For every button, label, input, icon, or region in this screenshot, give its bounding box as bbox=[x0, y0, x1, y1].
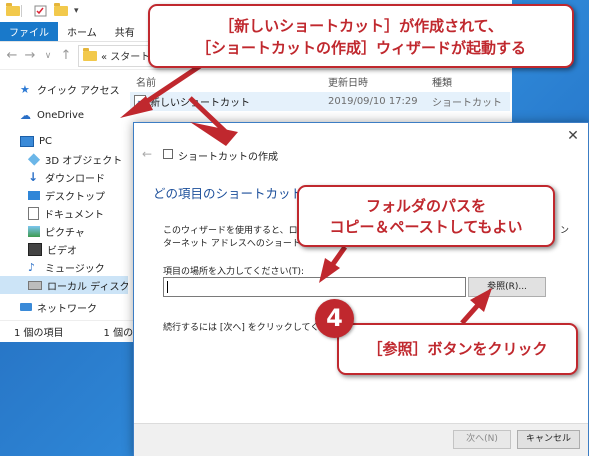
tab-file[interactable]: ファイル bbox=[0, 22, 58, 41]
network-icon bbox=[20, 303, 32, 311]
nav-label: 3D オブジェクト bbox=[45, 155, 123, 167]
column-header-type[interactable]: 種類 bbox=[432, 74, 452, 89]
video-icon bbox=[28, 242, 42, 256]
nav-label: ネットワーク bbox=[37, 303, 97, 315]
nav-label: OneDrive bbox=[37, 109, 85, 121]
nav-item-pc[interactable]: PC bbox=[0, 132, 148, 150]
nav-label: ミュージック bbox=[45, 263, 105, 275]
pc-icon bbox=[20, 135, 34, 147]
text-caret bbox=[167, 281, 168, 293]
file-name: 新しいショートカット bbox=[150, 98, 250, 109]
cube-icon bbox=[27, 152, 41, 166]
cloud-icon: ☁ bbox=[20, 108, 31, 122]
tab-share[interactable]: 共有 bbox=[106, 22, 144, 41]
download-icon: ↓ bbox=[28, 169, 39, 184]
nav-label: ダウンロード bbox=[45, 173, 105, 185]
nav-item-onedrive[interactable]: ☁ OneDrive bbox=[0, 106, 148, 124]
nav-label: PC bbox=[39, 135, 53, 147]
back-arrow-icon[interactable]: ← bbox=[6, 48, 18, 63]
up-arrow-icon[interactable]: ↑ bbox=[60, 48, 72, 63]
callout-line: ［ショートカットの作成］ウィザードが起動する bbox=[195, 39, 526, 57]
nav-item-network[interactable]: ネットワーク bbox=[0, 298, 148, 316]
step-number-badge: 4 bbox=[315, 299, 354, 338]
browse-button[interactable]: 参照(R)... bbox=[468, 277, 546, 297]
drive-icon bbox=[28, 280, 42, 290]
location-input[interactable] bbox=[163, 277, 466, 297]
nav-label: ドキュメント bbox=[44, 209, 104, 221]
wizard-description-tail: ン bbox=[560, 226, 570, 236]
document-icon bbox=[28, 206, 39, 220]
status-item-count: 1 個の項目 bbox=[14, 328, 64, 339]
star-icon: ★ bbox=[20, 82, 30, 96]
folder-icon bbox=[6, 3, 20, 16]
desktop-icon bbox=[28, 190, 40, 200]
nav-item-quick-access[interactable]: ★ クイック アクセス bbox=[0, 80, 148, 98]
callout-line: フォルダのパスを bbox=[365, 197, 486, 215]
new-folder-icon[interactable] bbox=[54, 3, 68, 16]
callout-copy-paste-path: フォルダのパスを コピー＆ペーストしてもよい bbox=[297, 185, 555, 247]
navigation-pane: ★ クイック アクセス ☁ OneDrive PC 3D オブジェクト ↓ ダウ… bbox=[0, 70, 156, 320]
callout-click-browse: ［参照］ボタンをクリック bbox=[337, 323, 578, 375]
location-label: 項目の場所を入力してください(T): bbox=[163, 267, 305, 277]
next-button[interactable]: 次へ(N) bbox=[453, 430, 511, 449]
back-arrow-icon[interactable]: ← bbox=[142, 147, 152, 161]
file-row-new-shortcut[interactable]: ↗ 新しいショートカット 2019/09/10 17:29 ショートカット bbox=[130, 92, 510, 111]
close-icon[interactable]: ✕ bbox=[564, 127, 582, 145]
forward-arrow-icon[interactable]: → bbox=[24, 48, 36, 63]
titlebar-separator bbox=[21, 5, 22, 17]
picture-icon bbox=[28, 225, 40, 237]
shortcut-icon: ↗ bbox=[134, 95, 146, 108]
music-icon: ♪ bbox=[28, 260, 36, 274]
wizard-title: ショートカットの作成 bbox=[178, 152, 278, 163]
file-type: ショートカット bbox=[432, 98, 502, 109]
column-header-modified[interactable]: 更新日時 bbox=[328, 74, 368, 89]
nav-label: デスクトップ bbox=[45, 191, 105, 203]
quick-access-dropdown-icon[interactable]: ▾ bbox=[74, 6, 79, 16]
file-modified: 2019/09/10 17:29 bbox=[328, 96, 418, 107]
callout-line: コピー＆ペーストしてもよい bbox=[329, 218, 523, 236]
column-header-name[interactable]: 名前 bbox=[136, 74, 156, 89]
callout-shortcut-created: ［新しいショートカット］が作成されて、 ［ショートカットの作成］ウィザードが起動… bbox=[148, 4, 574, 68]
nav-label: ビデオ bbox=[47, 245, 77, 257]
create-shortcut-wizard: ✕ ← ショートカットの作成 どの項目のショートカットを作 このウィザードを使用… bbox=[133, 122, 589, 456]
nav-label: クイック アクセス bbox=[37, 85, 120, 97]
callout-line: ［新しいショートカット］が作成されて、 bbox=[219, 17, 503, 35]
cancel-button[interactable]: キャンセル bbox=[517, 430, 580, 449]
properties-icon[interactable] bbox=[34, 5, 48, 17]
recent-chevron-icon[interactable]: ∨ bbox=[42, 51, 54, 61]
shortcut-icon bbox=[163, 149, 173, 159]
folder-icon bbox=[83, 47, 97, 61]
tab-home[interactable]: ホーム bbox=[58, 22, 106, 41]
nav-label: ピクチャ bbox=[45, 227, 85, 239]
